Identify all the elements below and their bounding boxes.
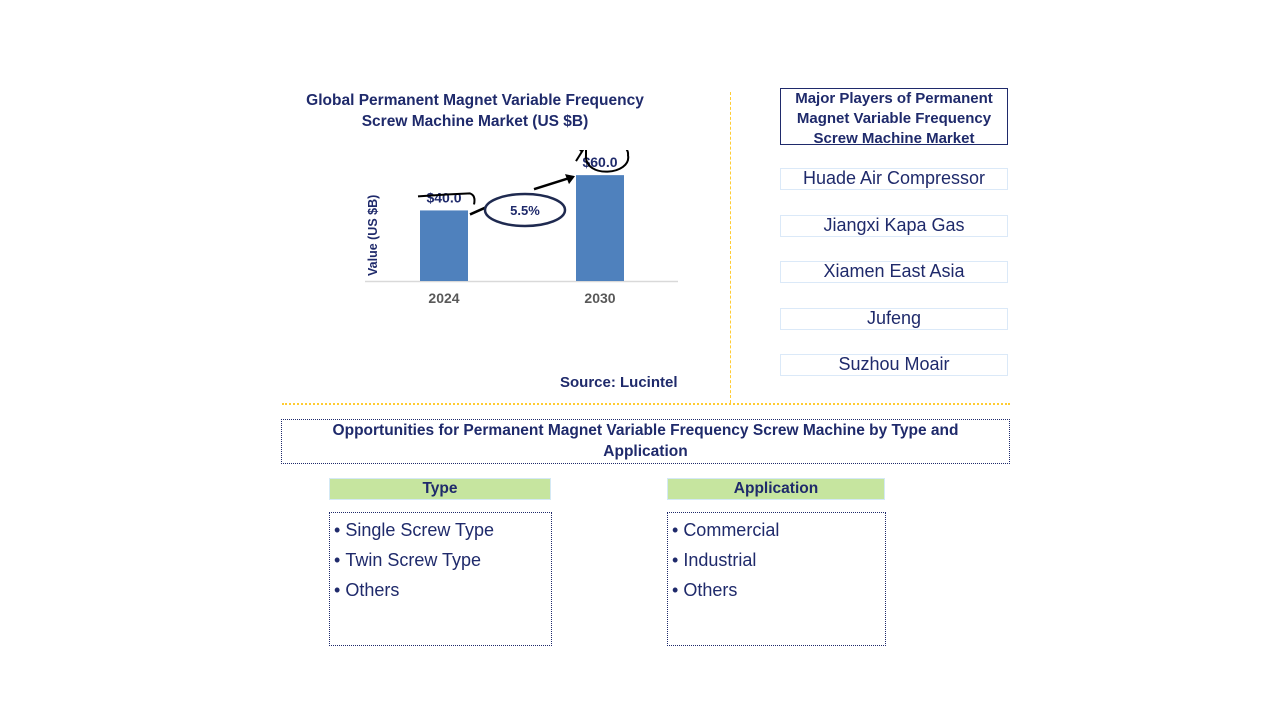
chart-title-line-1: Global Permanent Magnet Variable Frequen… bbox=[306, 92, 644, 109]
application-segment-header: Application bbox=[667, 478, 885, 500]
bullet-icon: • bbox=[672, 580, 679, 600]
type-item-label: Single Screw Type bbox=[345, 520, 495, 540]
players-title-line-3: Screw Machine Market bbox=[813, 130, 975, 147]
application-item-label: Industrial bbox=[683, 550, 757, 570]
player-item: Huade Air Compressor bbox=[780, 168, 1008, 190]
bar-chart: $40.02024$60.020305.5% Value (US $B) bbox=[365, 150, 678, 306]
opportunities-title-line-1: Opportunities for Permanent Magnet Varia… bbox=[332, 422, 959, 439]
bar-2030 bbox=[576, 175, 624, 281]
type-segment-list: • Single Screw Type • Twin Screw Type • Oth… bbox=[329, 512, 552, 646]
application-item-label: Others bbox=[683, 580, 738, 600]
type-segment-header: Type bbox=[329, 478, 551, 500]
chart-title-line-2: Screw Machine Market (US $B) bbox=[361, 113, 589, 130]
x-tick-label: 2030 bbox=[584, 290, 615, 306]
application-segment-list: • Commercial • Industrial • Others bbox=[667, 512, 886, 646]
player-item: Suzhou Moair bbox=[780, 354, 1008, 376]
bar-2024 bbox=[420, 210, 468, 281]
type-item: • Others bbox=[334, 575, 551, 605]
x-tick-label: 2024 bbox=[428, 290, 459, 306]
bullet-icon: • bbox=[334, 520, 341, 540]
bullet-icon: • bbox=[672, 550, 679, 570]
application-item: • Others bbox=[672, 575, 885, 605]
source-label: Source: Lucintel bbox=[560, 374, 678, 391]
player-item: Xiamen East Asia bbox=[780, 261, 1008, 283]
chart-title: Global Permanent Magnet Variable Frequen… bbox=[280, 90, 670, 132]
value-label: $40.0 bbox=[426, 189, 461, 205]
players-title-line-1: Major Players of Permanent bbox=[795, 90, 993, 107]
application-item-label: Commercial bbox=[683, 520, 780, 540]
y-axis-label: Value (US $B) bbox=[366, 195, 380, 276]
players-title: Major Players of Permanent Magnet Variab… bbox=[780, 88, 1008, 147]
bullet-icon: • bbox=[672, 520, 679, 540]
application-item: • Commercial bbox=[672, 515, 885, 545]
opportunities-title: Opportunities for Permanent Magnet Varia… bbox=[281, 419, 1010, 464]
bullet-icon: • bbox=[334, 550, 341, 570]
type-item: • Single Screw Type bbox=[334, 515, 551, 545]
player-item: Jufeng bbox=[780, 308, 1008, 330]
cagr-label: 5.5% bbox=[510, 203, 540, 218]
application-item: • Industrial bbox=[672, 545, 885, 575]
players-title-line-2: Magnet Variable Frequency bbox=[796, 110, 992, 127]
horizontal-divider bbox=[282, 403, 1010, 405]
bullet-icon: • bbox=[334, 580, 341, 600]
type-item: • Twin Screw Type bbox=[334, 545, 551, 575]
opportunities-title-line-2: Application bbox=[603, 442, 688, 460]
type-item-label: Others bbox=[345, 580, 400, 600]
player-item: Jiangxi Kapa Gas bbox=[780, 215, 1008, 237]
type-item-label: Twin Screw Type bbox=[345, 550, 482, 570]
vertical-divider bbox=[730, 92, 731, 403]
